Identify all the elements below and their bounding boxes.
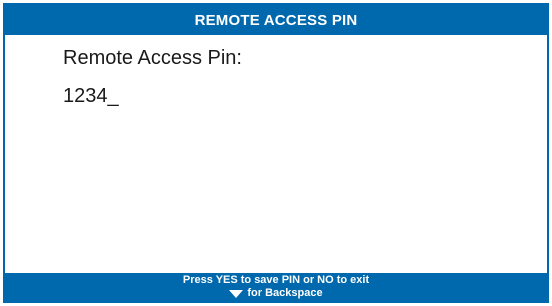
pin-entry-field[interactable]: 1234_	[63, 85, 119, 108]
pin-screen: REMOTE ACCESS PIN Remote Access Pin: 123…	[3, 3, 549, 303]
screen-title: REMOTE ACCESS PIN	[194, 11, 358, 29]
pin-label: Remote Access Pin:	[63, 47, 242, 69]
instruction-line-2: for Backspace	[229, 287, 323, 300]
screen-content: Remote Access Pin: 1234_	[5, 35, 547, 275]
instruction-bar: Press YES to save PIN or NO to exit for …	[5, 273, 547, 301]
backspace-hint: for Backspace	[247, 287, 323, 299]
instruction-line-1: Press YES to save PIN or NO to exit	[182, 274, 370, 286]
screen-header: REMOTE ACCESS PIN	[5, 5, 547, 35]
down-triangle-icon	[229, 289, 244, 298]
